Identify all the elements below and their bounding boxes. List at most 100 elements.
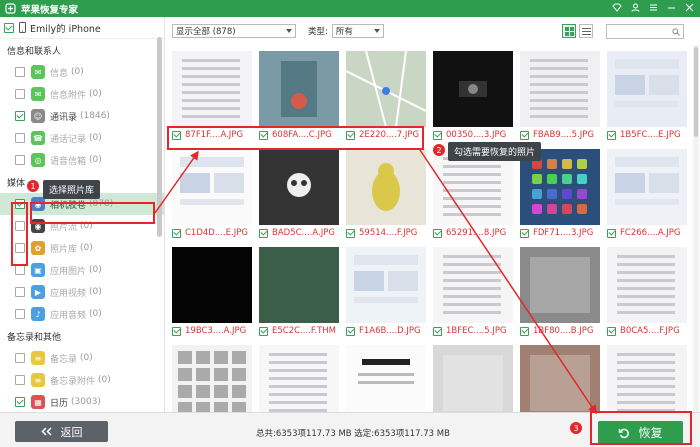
- photo-checkbox[interactable]: [346, 326, 355, 336]
- photo-thumbnail[interactable]: [607, 51, 687, 127]
- menu-icon[interactable]: [649, 3, 658, 15]
- photo-thumbnail[interactable]: [433, 247, 513, 323]
- photo-tile[interactable]: C1D4D....E.JPG: [172, 149, 252, 241]
- photo-thumbnail[interactable]: [172, 51, 252, 127]
- photo-tile[interactable]: 608FA....C.JPG: [259, 51, 339, 143]
- sidebar-item[interactable]: ☎ 通话记录 (0): [0, 127, 164, 149]
- photo-tile[interactable]: 19BC3....A.JPG: [172, 247, 252, 339]
- photo-tile[interactable]: [259, 345, 339, 421]
- photo-thumbnail[interactable]: [520, 51, 600, 127]
- sidebar-item[interactable]: ✉ 信息 (0): [0, 61, 164, 83]
- photo-checkbox[interactable]: [433, 130, 442, 140]
- photo-thumbnail[interactable]: [607, 247, 687, 323]
- user-icon[interactable]: [631, 3, 640, 15]
- photo-tile[interactable]: FDF71....3.JPG: [520, 149, 600, 241]
- close-icon[interactable]: [685, 3, 694, 15]
- photo-tile[interactable]: FC266....A.JPG: [607, 149, 687, 241]
- back-button[interactable]: 返回: [15, 421, 108, 442]
- sidebar-item-checkbox[interactable]: [15, 111, 25, 121]
- photo-checkbox[interactable]: [607, 228, 616, 238]
- photo-thumbnail[interactable]: [259, 345, 339, 421]
- photo-checkbox[interactable]: [172, 228, 181, 238]
- device-checkbox[interactable]: [4, 22, 14, 33]
- photo-checkbox[interactable]: [346, 228, 355, 238]
- main-scrollbar[interactable]: [693, 45, 699, 412]
- sidebar-item[interactable]: ▦ 日历 (3003): [0, 391, 164, 412]
- sidebar-item[interactable]: ▣ 应用图片 (0): [0, 259, 164, 281]
- sidebar-item-checkbox[interactable]: [15, 287, 25, 297]
- sidebar-item[interactable]: ◉ 照片流 (0): [0, 215, 164, 237]
- photo-checkbox[interactable]: [520, 130, 529, 140]
- device-row[interactable]: Emily的 iPhone: [0, 17, 164, 39]
- scrollbar-thumb[interactable]: [694, 47, 698, 137]
- sidebar-item-checkbox[interactable]: [15, 155, 25, 165]
- photo-thumbnail[interactable]: [607, 345, 687, 421]
- photo-thumbnail[interactable]: [520, 345, 600, 421]
- photo-thumbnail[interactable]: [433, 51, 513, 127]
- photo-tile[interactable]: 87F1F....A.JPG: [172, 51, 252, 143]
- sidebar-item-checkbox[interactable]: [15, 133, 25, 143]
- sidebar-item-checkbox[interactable]: [15, 221, 25, 231]
- filter-select[interactable]: 显示全部 (878): [172, 24, 296, 38]
- list-view-button[interactable]: [579, 24, 593, 38]
- photo-checkbox[interactable]: [346, 130, 355, 140]
- search-input[interactable]: [606, 24, 684, 39]
- photo-tile[interactable]: 59514....F.JPG: [346, 149, 426, 241]
- photo-checkbox[interactable]: [172, 130, 181, 140]
- sidebar-item-checkbox[interactable]: [15, 397, 25, 407]
- sidebar-item[interactable]: ▶ 应用视频 (0): [0, 281, 164, 303]
- sidebar-item-checkbox[interactable]: [15, 309, 25, 319]
- photo-thumbnail[interactable]: [172, 247, 252, 323]
- photo-thumbnail[interactable]: [346, 51, 426, 127]
- sidebar-item-checkbox[interactable]: [15, 199, 25, 209]
- photo-thumbnail[interactable]: [607, 149, 687, 225]
- photo-checkbox[interactable]: [433, 228, 442, 238]
- sidebar-item[interactable]: ♪ 应用音频 (0): [0, 303, 164, 325]
- sidebar-item-checkbox[interactable]: [15, 265, 25, 275]
- photo-tile[interactable]: 65291....8.JPG: [433, 149, 513, 241]
- photo-tile[interactable]: [607, 345, 687, 421]
- photo-checkbox[interactable]: [259, 326, 268, 336]
- sidebar-item-checkbox[interactable]: [15, 67, 25, 77]
- photo-checkbox[interactable]: [520, 228, 529, 238]
- sidebar-item-checkbox[interactable]: [15, 375, 25, 385]
- photo-tile[interactable]: 00350....3.JPG: [433, 51, 513, 143]
- photo-checkbox[interactable]: [607, 130, 616, 140]
- photo-tile[interactable]: 1BF80....B.JPG: [520, 247, 600, 339]
- photo-tile[interactable]: FBAB9....5.JPG: [520, 51, 600, 143]
- sidebar-item-checkbox[interactable]: [15, 89, 25, 99]
- recover-button[interactable]: 恢复: [598, 421, 683, 444]
- photo-tile[interactable]: BAD5C....A.JPG: [259, 149, 339, 241]
- type-select[interactable]: 所有: [331, 24, 384, 38]
- photo-tile[interactable]: 1BFEC....5.JPG: [433, 247, 513, 339]
- photo-thumbnail[interactable]: [346, 345, 426, 421]
- photo-checkbox[interactable]: [607, 326, 616, 336]
- sidebar-item-checkbox[interactable]: [15, 243, 25, 253]
- photo-thumbnail[interactable]: [259, 247, 339, 323]
- photo-thumbnail[interactable]: [172, 149, 252, 225]
- photo-tile[interactable]: [346, 345, 426, 421]
- sidebar-scrollbar[interactable]: [157, 37, 162, 237]
- grid-view-button[interactable]: [562, 24, 576, 38]
- photo-tile[interactable]: [520, 345, 600, 421]
- photo-tile[interactable]: [172, 345, 252, 421]
- diamond-icon[interactable]: [612, 3, 622, 15]
- sidebar-item[interactable]: ◎ 语音信箱 (0): [0, 149, 164, 171]
- photo-tile[interactable]: E5C2C....F.THM: [259, 247, 339, 339]
- sidebar-item[interactable]: ✿ 照片库 (0): [0, 237, 164, 259]
- photo-tile[interactable]: [433, 345, 513, 421]
- sidebar-item[interactable]: ≡ 备忘录 (0): [0, 347, 164, 369]
- photo-checkbox[interactable]: [433, 326, 442, 336]
- photo-thumbnail[interactable]: [520, 247, 600, 323]
- sidebar-item[interactable]: ☺ 通讯录 (1846): [0, 105, 164, 127]
- photo-checkbox[interactable]: [259, 130, 268, 140]
- photo-tile[interactable]: B0CA5....F.JPG: [607, 247, 687, 339]
- sidebar-item[interactable]: ✉ 信息附件 (0): [0, 83, 164, 105]
- photo-thumbnail[interactable]: [433, 345, 513, 421]
- sidebar-item-checkbox[interactable]: [15, 353, 25, 363]
- photo-checkbox[interactable]: [259, 228, 268, 238]
- photo-thumbnail[interactable]: [259, 51, 339, 127]
- photo-thumbnail[interactable]: [172, 345, 252, 421]
- photo-thumbnail[interactable]: [259, 149, 339, 225]
- photo-checkbox[interactable]: [172, 326, 181, 336]
